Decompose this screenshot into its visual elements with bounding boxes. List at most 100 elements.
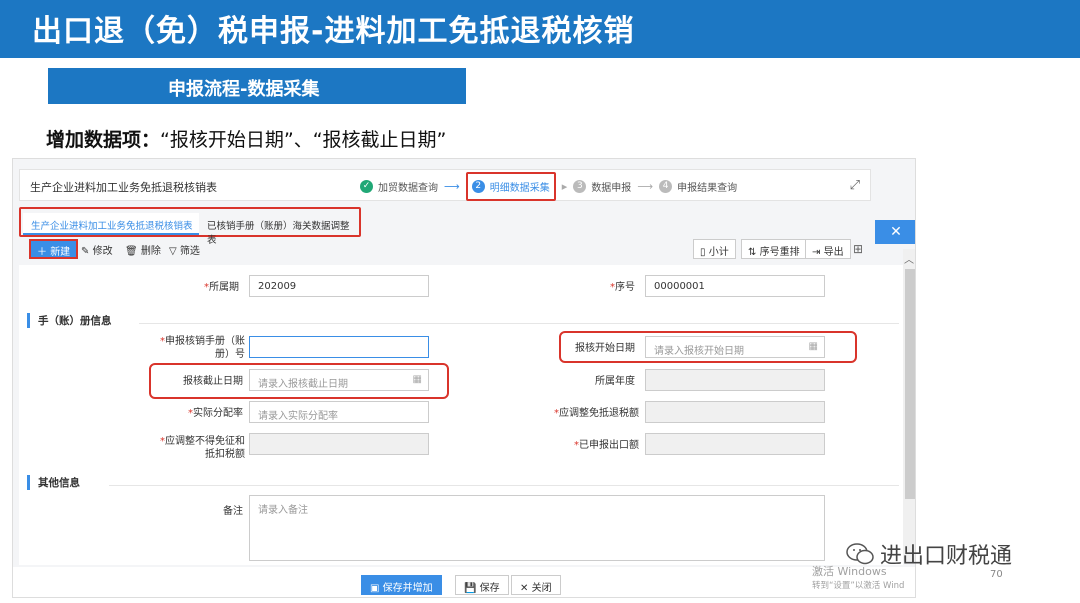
form-actions: ▣ 保存并增加 💾 保存 ✕ 关闭 [13, 567, 915, 597]
arrow-right-icon: ⟶ [637, 179, 654, 193]
watermark-line2: 转到“设置”以激活 Wind [812, 581, 905, 591]
calendar-icon[interactable]: ▦ [413, 374, 422, 385]
step-3-label: 数据申报 [591, 182, 632, 194]
slide-subtitle: 增加数据项：“报核开始日期”、“报核截止日期” [46, 125, 446, 152]
step-4-number: 4 [659, 179, 673, 193]
app-screenshot: 生产企业进料加工业务免抵退税核销表 ✓ 加贸数据查询 ⟶ 2 明细数据采集 ▸ … [12, 158, 916, 598]
tab-writeoff-table[interactable]: 生产企业进料加工业务免抵退税核销表 [23, 213, 201, 235]
save-and-add-button[interactable]: ▣ 保存并增加 [361, 575, 442, 595]
edit-button[interactable]: ✎ 修改 [75, 239, 119, 259]
delete-button[interactable]: 🗑 删除 [119, 239, 167, 259]
reorder-button-label: 序号重排 [759, 247, 800, 258]
step-3-number: 3 [573, 179, 587, 193]
close-icon: ✕ [890, 224, 902, 240]
adj-exempt-label: *应调整免抵退税额 [554, 408, 639, 419]
start-date-label: 报核开始日期 [575, 343, 635, 354]
grid-icon[interactable]: ⊞ [853, 242, 863, 256]
export-icon: ⇥ [812, 247, 821, 258]
step-2[interactable]: 2 明细数据采集 [465, 171, 556, 201]
entry-form: *所属期 202009 *序号 00000001 手（账）册信息 *申报核销手册… [19, 265, 903, 565]
scrollbar-thumb[interactable] [905, 269, 915, 499]
close-icon: ✕ [520, 583, 529, 594]
arrow-right-icon: ⟶ [444, 179, 460, 193]
subtitle-bold: 增加数据项： [46, 129, 161, 151]
step-2-label: 明细数据采集 [489, 182, 550, 194]
page-number: 70 [990, 569, 1003, 580]
watermark-line1: 激活 Windows [812, 565, 887, 578]
close-modal-button[interactable]: ✕ [875, 220, 915, 244]
save-label: 保存 [479, 583, 500, 594]
new-button[interactable]: ＋ 新建 [29, 239, 79, 259]
year-field [645, 369, 825, 391]
manual-no-field[interactable] [249, 336, 429, 358]
period-field[interactable]: 202009 [249, 275, 429, 297]
section-tab: 申报流程-数据采集 [48, 68, 466, 104]
ratio-label: *实际分配率 [188, 408, 243, 419]
divider [139, 323, 899, 324]
fullscreen-icon[interactable]: ⤢ [850, 178, 860, 193]
section-tab-label: 申报流程-数据采集 [168, 79, 320, 100]
chevron-up-icon[interactable]: ︿ [904, 251, 914, 266]
step-4[interactable]: 4 申报结果查询 [659, 179, 737, 194]
tab-customs-adjust-table[interactable]: 已核销手册（账册）海关数据调整表 [199, 213, 359, 246]
page-title: 生产企业进料加工业务免抵退税核销表 [30, 181, 217, 194]
plus-icon: ＋ [37, 247, 47, 258]
year-label: 所属年度 [595, 376, 635, 387]
delete-button-label: 删除 [140, 246, 161, 257]
step-2-number: 2 [471, 179, 485, 193]
pencil-icon: ✎ [81, 246, 90, 257]
sort-icon: ⇅ [748, 247, 757, 258]
declared-export-field [645, 433, 825, 455]
adj-no-exempt-field [249, 433, 429, 455]
declared-export-label: *已申报出口额 [574, 440, 639, 451]
calendar-icon[interactable]: ▦ [809, 341, 818, 352]
export-button[interactable]: ⇥ 导出 [805, 239, 851, 259]
subtotal-button-label: 小计 [708, 247, 729, 258]
save-and-add-label: 保存并增加 [382, 583, 433, 594]
step-3[interactable]: 3 数据申报 [573, 179, 631, 194]
end-date-label: 报核截止日期 [183, 376, 243, 387]
step-indicator: ✓ 加贸数据查询 ⟶ 2 明细数据采集 ▸ 3 数据申报 ⟶ 4 申报结果查询 [360, 171, 737, 201]
section-manual-info: 手（账）册信息 [27, 313, 112, 328]
subtitle-text: “报核开始日期”、“报核截止日期” [160, 129, 447, 151]
windows-activation-watermark: 激活 Windows 转到“设置”以激活 Wind [812, 565, 904, 593]
filter-button-label: 筛选 [179, 246, 200, 257]
filter-button[interactable]: ▽ 筛选 [163, 239, 206, 259]
app-header: 生产企业进料加工业务免抵退税核销表 ✓ 加贸数据查询 ⟶ 2 明细数据采集 ▸ … [19, 169, 871, 201]
adj-exempt-field [645, 401, 825, 423]
adj-no-exempt-label: *应调整不得免征和 抵扣税额 [160, 436, 245, 460]
period-label: *所属期 [204, 282, 239, 293]
start-date-field[interactable]: 请录入报核开始日期 ▦ [645, 336, 825, 358]
edit-button-label: 修改 [92, 246, 113, 257]
seq-field[interactable]: 00000001 [645, 275, 825, 297]
floppy-icon: 💾 [464, 583, 477, 594]
arrow-right-icon: ▸ [561, 179, 568, 193]
subtotal-button[interactable]: ▯ 小计 [693, 239, 736, 259]
remark-field[interactable]: 请录入备注 [249, 495, 825, 561]
step-4-label: 申报结果查询 [677, 182, 738, 194]
filter-icon: ▽ [169, 246, 177, 257]
close-label: 关闭 [531, 583, 552, 594]
close-button[interactable]: ✕ 关闭 [511, 575, 561, 595]
toolbar: ＋ 新建 ✎ 修改 🗑 删除 ▽ 筛选 ▯ 小计 ⇅ 序号重排 ⇥ 导出 ⊞ [19, 239, 871, 263]
divider [109, 485, 899, 486]
ratio-field[interactable]: 请录入实际分配率 [249, 401, 429, 423]
section-other-info: 其他信息 [27, 475, 80, 490]
trash-icon: 🗑 [125, 246, 138, 257]
bookmark-icon: ▯ [700, 247, 706, 258]
new-button-label: 新建 [50, 247, 71, 258]
remark-label: 备注 [223, 506, 243, 517]
slide-title: 出口退（免）税申报-进料加工免抵退税核销 [32, 14, 635, 49]
reorder-button[interactable]: ⇅ 序号重排 [741, 239, 807, 259]
slide-title-bar: 出口退（免）税申报-进料加工免抵退税核销 [0, 0, 1080, 58]
seq-label: *序号 [610, 282, 635, 293]
tab-strip: 生产企业进料加工业务免抵退税核销表 已核销手册（账册）海关数据调整表 [19, 207, 361, 246]
save-button[interactable]: 💾 保存 [455, 575, 509, 595]
step-1-label: 加贸数据查询 [378, 182, 438, 194]
save-add-icon: ▣ [370, 583, 380, 594]
check-icon: ✓ [360, 179, 373, 193]
step-1[interactable]: ✓ 加贸数据查询 [360, 179, 438, 194]
end-date-field[interactable]: 请录入报核截止日期 ▦ [249, 369, 429, 391]
wechat-icon [846, 543, 874, 565]
manual-no-label: *申报核销手册（账 册）号 [160, 336, 245, 360]
